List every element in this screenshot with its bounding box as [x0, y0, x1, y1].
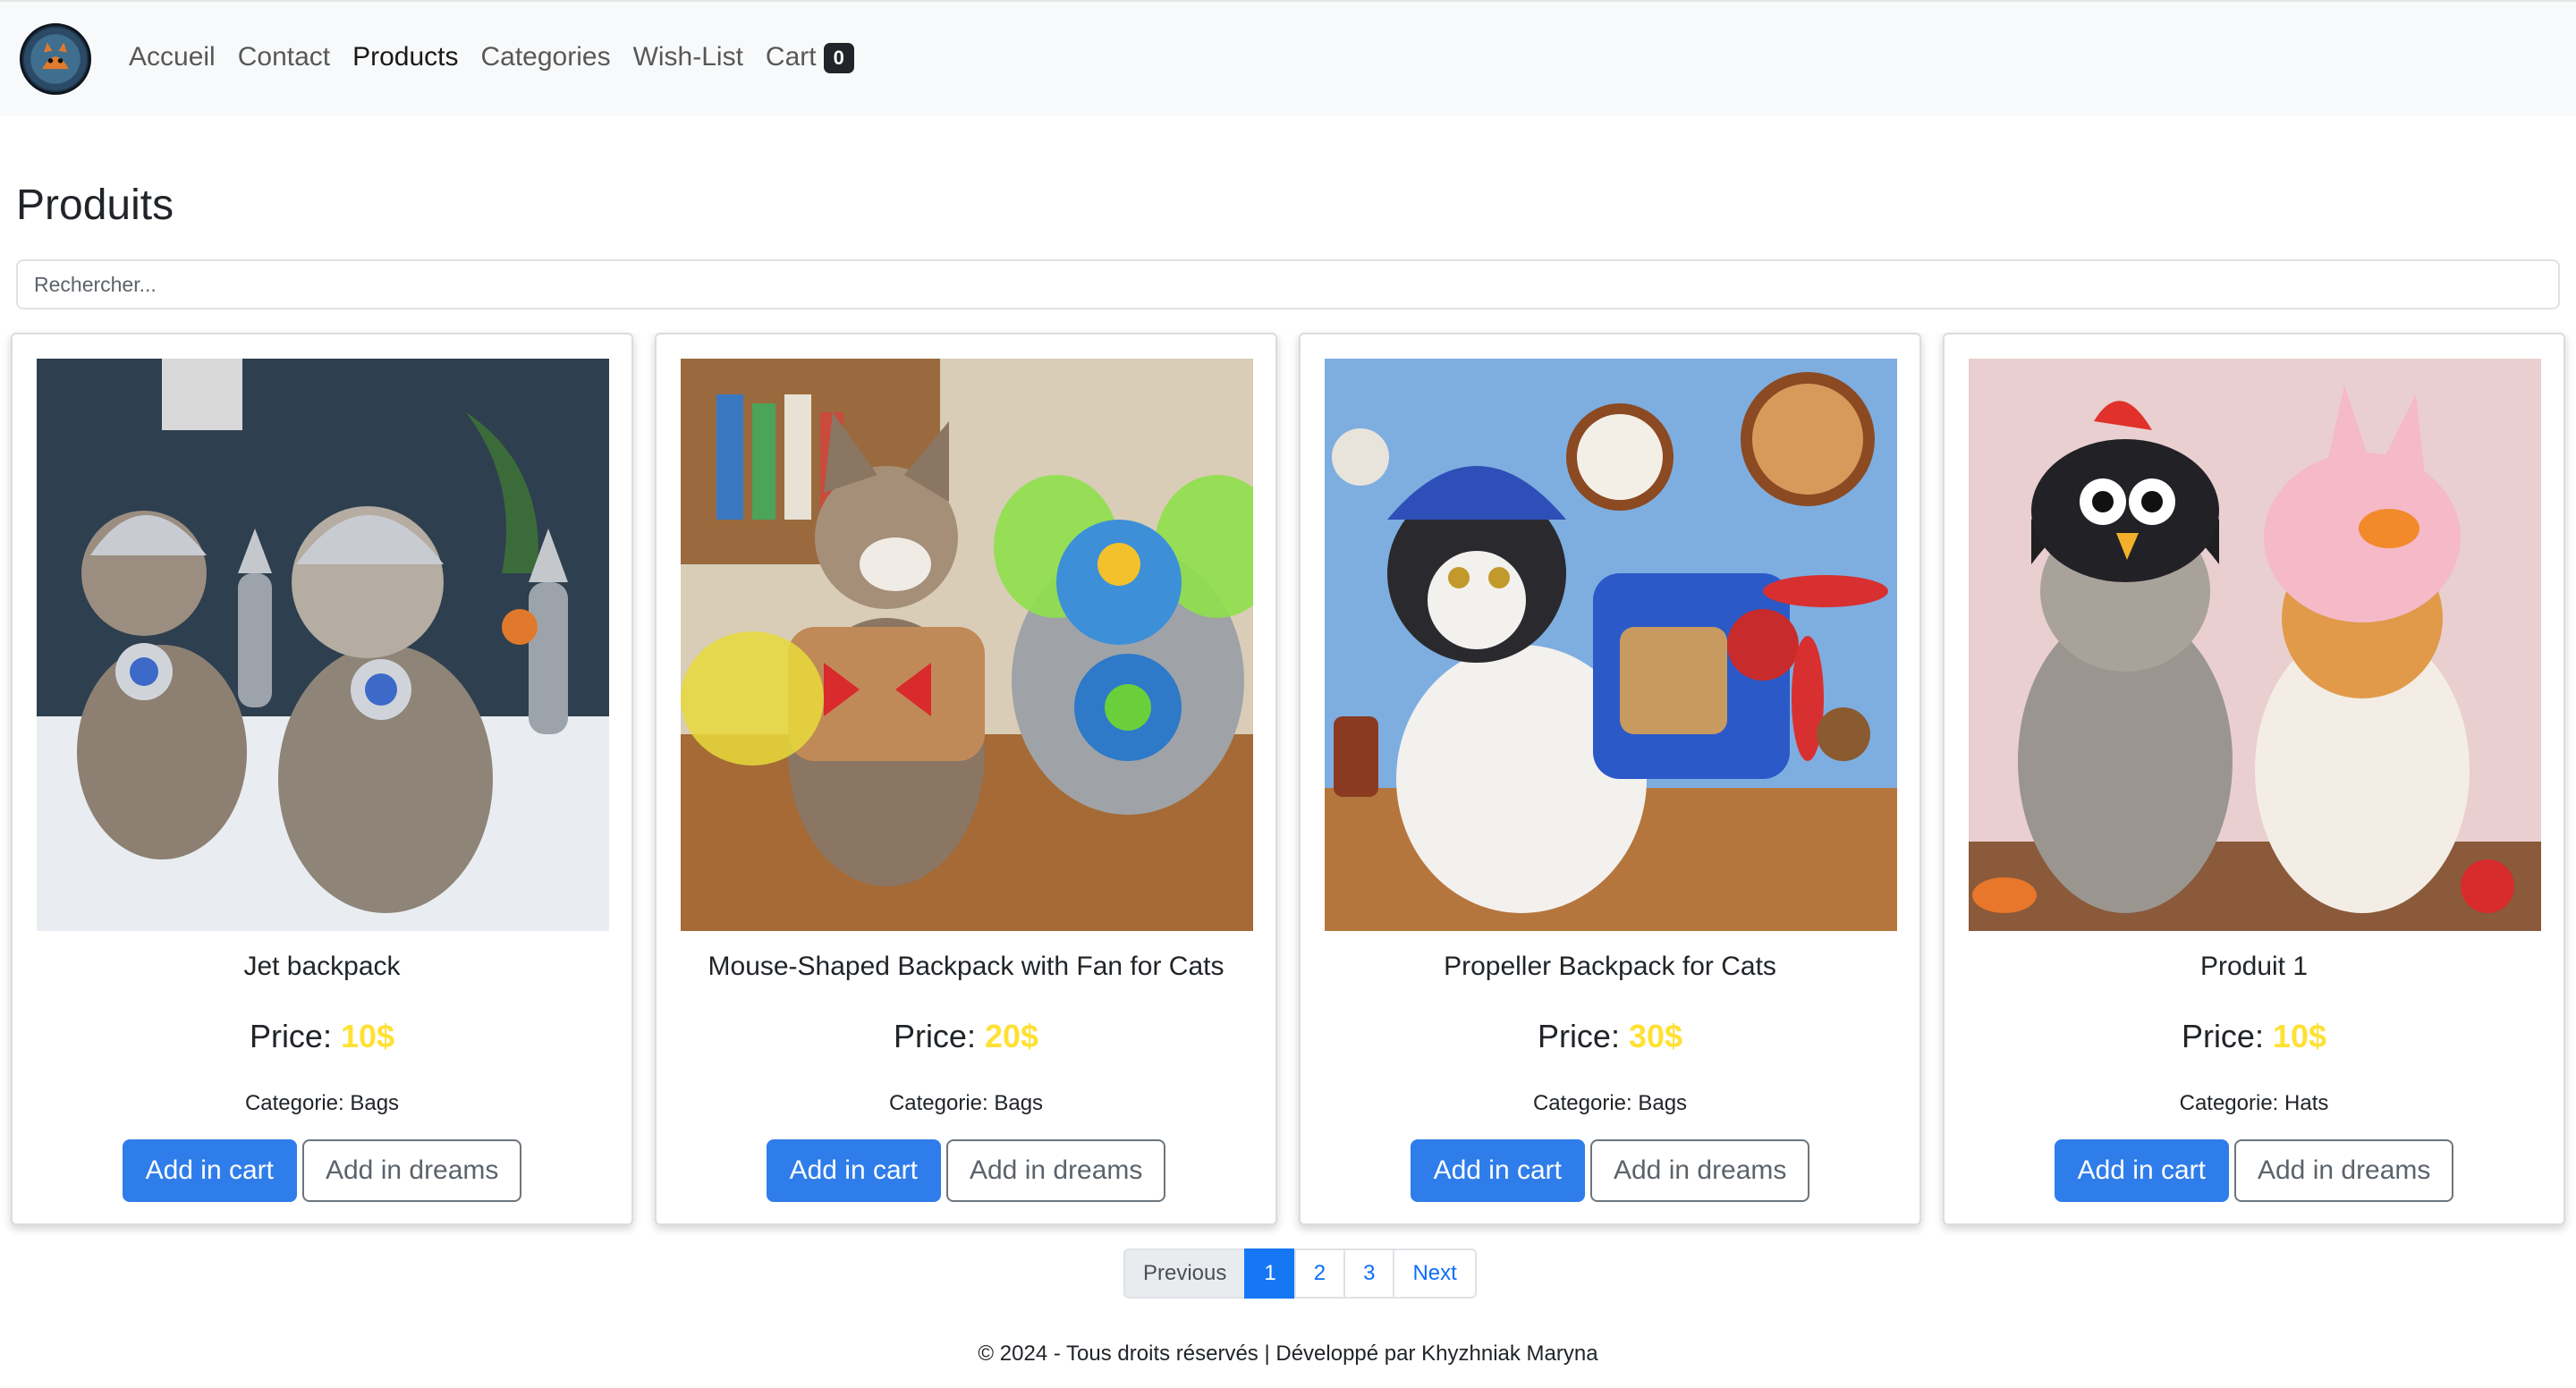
- product-image: [681, 359, 1253, 931]
- add-to-cart-button[interactable]: Add in cart: [766, 1139, 941, 1202]
- category-value: Bags: [350, 1091, 400, 1115]
- product-price: Price: 10$: [1945, 1018, 2563, 1055]
- price-value: 10$: [340, 1018, 395, 1054]
- category-value: Bags: [1638, 1091, 1688, 1115]
- product-image: [1969, 359, 2541, 931]
- nav-link-accueil[interactable]: Accueil: [129, 39, 216, 75]
- category-label: Categorie:: [1532, 1091, 1632, 1115]
- nav-link-cart[interactable]: Cart 0: [766, 39, 854, 75]
- nav-link-products[interactable]: Products: [352, 39, 458, 75]
- product-category: Categorie: Hats: [1945, 1091, 2563, 1116]
- price-label: Price:: [249, 1018, 332, 1054]
- nav-link-contact[interactable]: Contact: [238, 39, 330, 75]
- product-category: Categorie: Bags: [13, 1091, 631, 1116]
- price-label: Price:: [893, 1018, 976, 1054]
- search-input[interactable]: [16, 259, 2560, 309]
- add-to-dreams-button[interactable]: Add in dreams: [2233, 1139, 2454, 1202]
- navbar: Accueil Contact Products Categories Wish…: [0, 0, 2576, 116]
- add-to-cart-button[interactable]: Add in cart: [122, 1139, 297, 1202]
- product-card: Propeller Backpack for Cats Price: 30$ C…: [1299, 333, 1921, 1225]
- product-card: Produit 1 Price: 10$ Categorie: Hats Add…: [1943, 333, 2565, 1225]
- pagination-previous[interactable]: Previous: [1123, 1248, 1247, 1299]
- cat-logo-icon: [23, 27, 88, 91]
- product-image: [37, 359, 609, 931]
- card-actions: Add in cart Add in dreams: [1301, 1139, 1919, 1202]
- product-image: [1325, 359, 1897, 931]
- product-card: Mouse-Shaped Backpack with Fan for Cats …: [655, 333, 1277, 1225]
- product-price: Price: 10$: [13, 1018, 631, 1055]
- pagination: Previous 1 2 3 Next: [1123, 1248, 1477, 1299]
- add-to-dreams-button[interactable]: Add in dreams: [301, 1139, 522, 1202]
- pagination-page-1[interactable]: 1: [1244, 1248, 1296, 1299]
- add-to-dreams-button[interactable]: Add in dreams: [1589, 1139, 1810, 1202]
- add-to-cart-button[interactable]: Add in cart: [2054, 1139, 2229, 1202]
- price-value: 10$: [2272, 1018, 2327, 1054]
- price-value: 30$: [1628, 1018, 1683, 1054]
- product-title: Jet backpack: [243, 952, 401, 981]
- price-label: Price:: [2181, 1018, 2264, 1054]
- price-label: Price:: [1537, 1018, 1620, 1054]
- product-category: Categorie: Bags: [657, 1091, 1275, 1116]
- page-title: Produits: [16, 182, 174, 229]
- add-to-dreams-button[interactable]: Add in dreams: [945, 1139, 1166, 1202]
- category-label: Categorie:: [2179, 1091, 2279, 1115]
- pagination-page-3[interactable]: 3: [1343, 1248, 1395, 1299]
- category-label: Categorie:: [888, 1091, 988, 1115]
- nav-link-wish-list[interactable]: Wish-List: [633, 39, 743, 75]
- pagination-page-2[interactable]: 2: [1293, 1248, 1346, 1299]
- card-actions: Add in cart Add in dreams: [1945, 1139, 2563, 1202]
- card-actions: Add in cart Add in dreams: [657, 1139, 1275, 1202]
- brand-logo[interactable]: [20, 23, 91, 95]
- product-card: Jet backpack Price: 10$ Categorie: Bags …: [11, 333, 633, 1225]
- card-actions: Add in cart Add in dreams: [13, 1139, 631, 1202]
- footer-copyright: © 2024 - Tous droits réservés | Développ…: [978, 1341, 1598, 1366]
- pagination-next[interactable]: Next: [1393, 1248, 1477, 1299]
- cart-label: Cart: [765, 42, 817, 72]
- product-title: Mouse-Shaped Backpack with Fan for Cats: [708, 952, 1224, 981]
- category-label: Categorie:: [244, 1091, 344, 1115]
- cart-count-badge: 0: [823, 43, 854, 74]
- category-value: Bags: [994, 1091, 1044, 1115]
- product-price: Price: 30$: [1301, 1018, 1919, 1055]
- product-price: Price: 20$: [657, 1018, 1275, 1055]
- category-value: Hats: [2284, 1091, 2329, 1115]
- price-value: 20$: [984, 1018, 1039, 1054]
- nav-links: Accueil Contact Products Categories Wish…: [129, 39, 877, 75]
- product-category: Categorie: Bags: [1301, 1091, 1919, 1116]
- add-to-cart-button[interactable]: Add in cart: [1410, 1139, 1585, 1202]
- product-title: Produit 1: [2199, 952, 2309, 981]
- product-title: Propeller Backpack for Cats: [1444, 952, 1776, 981]
- nav-link-categories[interactable]: Categories: [481, 39, 611, 75]
